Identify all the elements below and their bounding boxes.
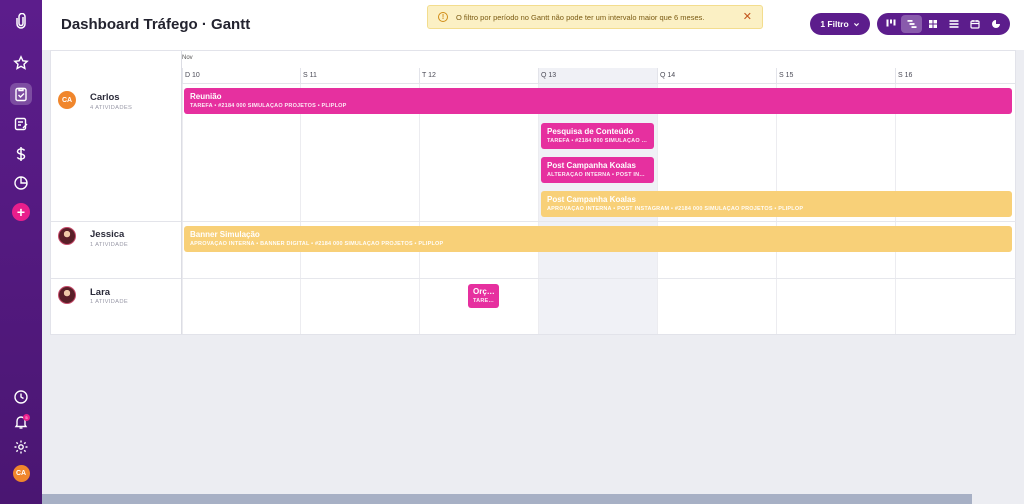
person-row[interactable]: CA Carlos 4 ATIVIDADES — [51, 51, 181, 222]
task-title: Post Campanha Koalas — [547, 161, 636, 170]
sidebar: + 5 CA — [0, 0, 42, 504]
clock-icon[interactable] — [0, 384, 42, 410]
list-icon — [949, 20, 958, 28]
kanban-icon — [886, 19, 895, 27]
task-meta: APROVAÇÃO INTERNA • POST INSTAGRAM • #21… — [547, 206, 804, 212]
task-meta: ALTERAÇÃO INTERNA • POST INSTAGRAM — [547, 172, 648, 178]
page-title: Dashboard Tráfego · Gantt — [61, 16, 251, 33]
task-bar[interactable]: Reunião TAREFA • #2184 000 SIMULAÇÃO PRO… — [184, 88, 1012, 114]
grid-icon — [928, 20, 937, 28]
task-bar[interactable]: Post Campanha Koalas APROVAÇÃO INTERNA •… — [541, 191, 1012, 217]
task-title: Reunião — [190, 92, 222, 101]
plus-icon: + — [12, 203, 30, 221]
header-divider — [182, 83, 1016, 84]
gantt-icon — [907, 20, 916, 28]
day-header: Q 14 — [657, 68, 776, 83]
avatar: CA — [12, 464, 30, 482]
person-row[interactable]: Jessica 1 ATIVIDADE — [51, 222, 181, 279]
activity-count: 1 ATIVIDADE — [90, 299, 128, 305]
day-header: S 11 — [300, 68, 419, 83]
notifications-button[interactable]: 5 — [0, 409, 42, 435]
task-bar[interactable]: Orçamento TAREFA — [468, 284, 499, 308]
day-header: Q 13 — [538, 68, 657, 83]
horizontal-scrollbar[interactable] — [42, 494, 972, 504]
task-meta: TAREFA — [473, 298, 495, 304]
avatar: CA — [58, 91, 76, 109]
activity-count: 4 ATIVIDADES — [90, 105, 133, 111]
task-meta: APROVAÇÃO INTERNA • BANNER DIGITAL • #21… — [190, 241, 444, 247]
toast-message: O filtro por período no Gantt não pode t… — [456, 12, 705, 22]
gantt-view-button[interactable] — [901, 15, 922, 33]
people-column: CA Carlos 4 ATIVIDADES Jessica 1 ATIVIDA… — [51, 51, 182, 334]
grid-view-button[interactable] — [922, 15, 943, 33]
edit-icon[interactable] — [0, 111, 42, 137]
day-header: S 15 — [776, 68, 895, 83]
user-avatar-button[interactable]: CA — [0, 460, 42, 486]
task-meta: TAREFA • #2184 000 SIMULAÇÃO PROJETOS — [547, 138, 648, 144]
chart-view-button[interactable] — [985, 15, 1006, 33]
view-switcher — [877, 13, 1010, 35]
task-bar[interactable]: Banner Simulação APROVAÇÃO INTERNA • BAN… — [184, 226, 1012, 252]
info-icon: ! — [438, 12, 448, 22]
person-name: Jessica — [90, 229, 125, 240]
task-title: Post Campanha Koalas — [547, 195, 636, 204]
avatar — [58, 286, 76, 304]
gantt-panel: CA Carlos 4 ATIVIDADES Jessica 1 ATIVIDA… — [50, 50, 1016, 335]
person-name: Carlos — [90, 92, 120, 103]
person-row[interactable]: Lara 1 ATIVIDADE — [51, 279, 181, 334]
calendar-view-button[interactable] — [964, 15, 985, 33]
filter-button[interactable]: 1 Filtro — [810, 13, 870, 35]
task-bar[interactable]: Pesquisa de Conteúdo TAREFA • #2184 000 … — [541, 123, 654, 149]
person-name: Lara — [90, 287, 111, 298]
add-button[interactable]: + — [0, 199, 42, 225]
calendar-icon — [969, 20, 980, 29]
clipboard-check-icon[interactable] — [0, 81, 42, 107]
day-header: S 16 — [895, 68, 1016, 83]
activity-count: 1 ATIVIDADE — [90, 242, 128, 248]
task-meta: TAREFA • #2184 000 SIMULAÇÃO PROJETOS • … — [190, 103, 347, 109]
paperclip-icon[interactable] — [0, 8, 42, 34]
notification-badge: 5 — [23, 414, 30, 421]
task-title: Banner Simulação — [190, 230, 260, 239]
chart-icon — [991, 20, 1000, 28]
day-header: D 10 — [182, 68, 301, 83]
gantt-timeline: Nov D 10 S 11 T 12 Q 13 Q 14 S 15 S 16 R… — [182, 51, 1016, 334]
task-title: Pesquisa de Conteúdo — [547, 127, 634, 136]
close-icon[interactable]: ✕ — [743, 11, 752, 23]
gear-icon[interactable] — [0, 434, 42, 460]
kanban-view-button[interactable] — [880, 15, 901, 33]
task-title: Orçamento — [473, 287, 495, 296]
chevron-down-icon — [853, 22, 859, 26]
list-view-button[interactable] — [943, 15, 964, 33]
pie-chart-icon[interactable] — [0, 170, 42, 196]
task-bar[interactable]: Post Campanha Koalas ALTERAÇÃO INTERNA •… — [541, 157, 654, 183]
row-divider — [182, 278, 1016, 279]
month-label: Nov — [182, 55, 193, 61]
dollar-icon[interactable] — [0, 141, 42, 167]
avatar — [58, 227, 76, 245]
filter-label: 1 Filtro — [820, 19, 849, 29]
star-icon[interactable] — [0, 50, 42, 76]
warning-toast: ! O filtro por período no Gantt não pode… — [427, 5, 763, 29]
header: Dashboard Tráfego · Gantt ! O filtro por… — [42, 0, 1024, 50]
day-header: T 12 — [419, 68, 538, 83]
row-divider — [182, 221, 1016, 222]
